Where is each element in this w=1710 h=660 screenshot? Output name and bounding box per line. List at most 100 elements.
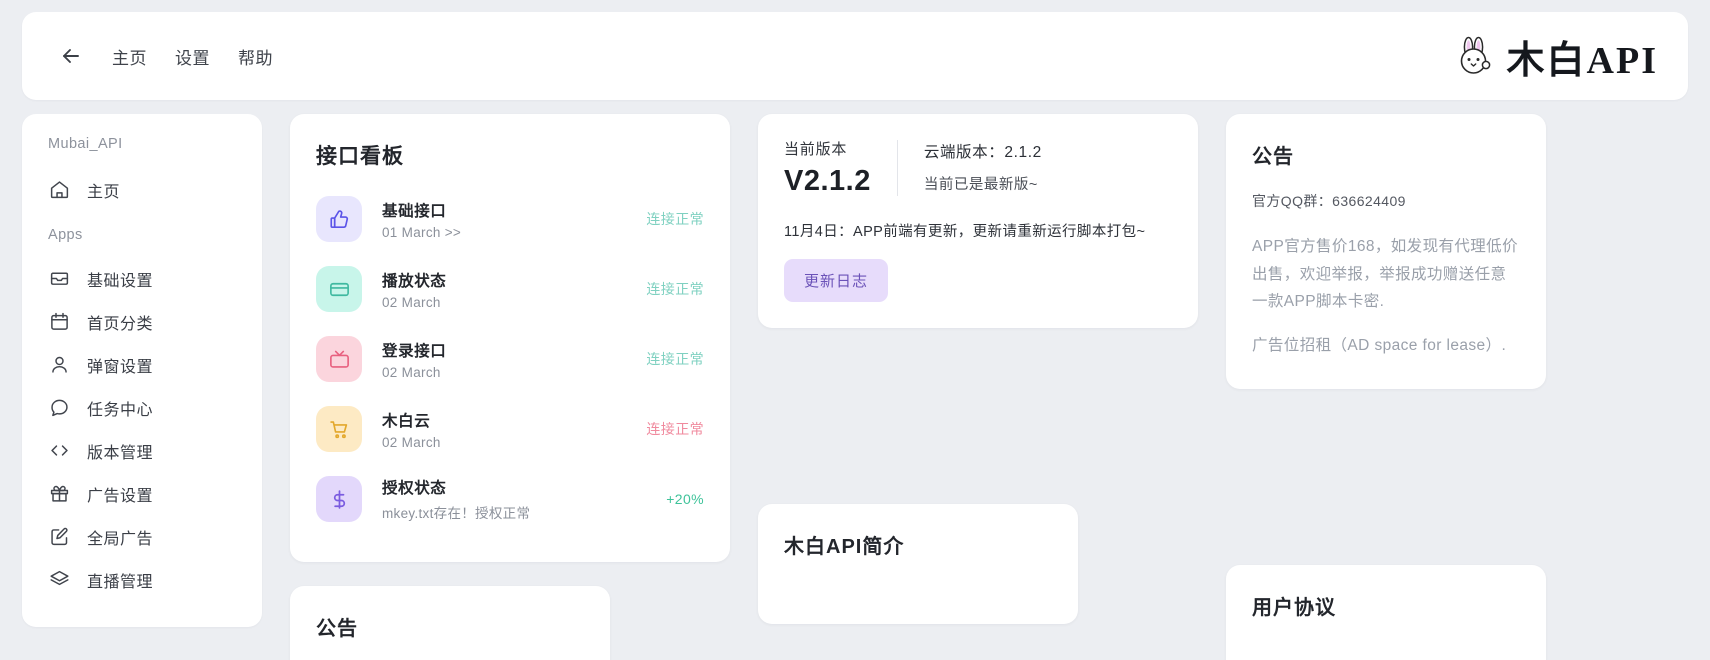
row-status[interactable]: +20% [666,491,704,507]
row-subtitle: 02 March [382,294,441,310]
nav-item-home[interactable]: 主页 [112,44,147,69]
calendar-icon [48,311,70,333]
bottom-cards-row-mid: 木白API简介 [758,504,1198,624]
sidebar-item-live-management[interactable]: 直播管理 [22,558,262,601]
board-row[interactable]: 登录接口 02 March 连接正常 [316,324,704,394]
row-subtitle: 01 March >> [382,224,462,240]
notice-qq-group: 官方QQ群：636624409 [1252,193,1406,209]
notice-paragraph: APP官方售价168，如发现有代理低价出售，欢迎举报，举报成功赠送任意一款APP… [1252,238,1518,311]
row-text: 播放状态 02 March [382,269,646,310]
board-row[interactable]: 播放状态 02 March 连接正常 [316,254,704,324]
code-brackets-icon [48,440,70,462]
row-name: 登录接口 [382,342,447,360]
tv-icon [329,350,349,368]
row-name: 播放状态 [382,272,447,290]
latest-status-text: 当前已是最新版~ [923,177,1038,193]
version-note: 11月4日：APP前端有更新，更新请重新运行脚本打包~ [784,224,1146,240]
row-subtitle: 02 March [382,364,441,380]
board-column: 接口看板 基础接口 01 March >> 连接正常 播放状态 02 March… [290,114,730,660]
row-status[interactable]: 连接正常 [646,349,704,369]
row-text: 木白云 02 March [382,409,646,450]
inbox-icon [48,268,70,290]
current-version-value: V2.1.2 [784,165,871,197]
sidebar-item-ad-settings[interactable]: 广告设置 [22,472,262,515]
interface-board-card: 接口看板 基础接口 01 March >> 连接正常 播放状态 02 March… [290,114,730,562]
row-text: 登录接口 02 March [382,339,646,380]
row-tile [316,476,362,522]
bottom-card-title: 公告 [316,618,358,640]
version-top: 当前版本 V2.1.2 云端版本：2.1.2 当前已是最新版~ [784,138,1172,198]
board-row[interactable]: 基础接口 01 March >> 连接正常 [316,184,704,254]
row-tile [316,266,362,312]
bottom-card-title: 木白API简介 [784,536,905,558]
gift-icon [48,483,70,505]
version-current: 当前版本 V2.1.2 [784,138,897,198]
sidebar-item-label: 直播管理 [87,573,154,591]
row-text: 授权状态 mkey.txt存在！授权正常 [382,476,666,522]
edit-square-icon [48,526,70,548]
sidebar-item-version-management[interactable]: 版本管理 [22,429,262,472]
bottom-card-user-agreement[interactable]: 用户协议 [1226,565,1546,660]
board-row[interactable]: 木白云 02 March 连接正常 [316,394,704,464]
cart-icon [329,420,347,438]
sidebar-item-label: 主页 [87,183,121,201]
header-nav: 主页 设置 帮助 [112,44,273,69]
row-name: 授权状态 [382,480,447,497]
sidebar-item-label: 广告设置 [87,487,154,505]
nav-item-help[interactable]: 帮助 [238,44,273,69]
sidebar-item-label: 版本管理 [87,444,154,462]
row-text: 基础接口 01 March >> [382,199,646,240]
layers-icon [48,569,70,591]
brand-logo: 木白API [1453,29,1658,84]
sidebar-item-label: 基础设置 [87,272,154,290]
row-status[interactable]: 连接正常 [646,209,704,229]
bottom-cards-row-right: 用户协议 [1226,565,1546,660]
version-card: 当前版本 V2.1.2 云端版本：2.1.2 当前已是最新版~ 11月4日：AP… [758,114,1198,328]
back-button[interactable] [56,41,86,71]
sidebar-account-label: Mubai_API [48,136,123,152]
app-root: 主页 设置 帮助 木白API Mubai_API 主页 Apps 基础设置 首页… [0,0,1710,660]
version-column: 当前版本 V2.1.2 云端版本：2.1.2 当前已是最新版~ 11月4日：AP… [758,114,1198,624]
sidebar-item-home[interactable]: 主页 [22,168,262,211]
card-icon [329,282,349,296]
user-icon [48,354,70,376]
notice-paragraph: 广告位招租（AD space for lease）. [1252,336,1507,354]
row-status[interactable]: 连接正常 [646,279,704,299]
sidebar-group-apps: Apps [48,227,83,243]
cloud-version-value: 2.1.2 [1004,144,1042,161]
bottom-card-announcement[interactable]: 公告 [290,586,610,660]
sidebar-item-popup-settings[interactable]: 弹窗设置 [22,343,262,386]
row-subtitle: 02 March [382,434,441,450]
sidebar-item-label: 弹窗设置 [87,358,154,376]
arrow-left-icon [63,49,79,63]
notice-card: 公告 官方QQ群：636624409 APP官方售价168，如发现有代理低价出售… [1226,114,1546,390]
row-tile [316,406,362,452]
thumbs-up-icon [329,209,348,228]
home-icon [48,179,70,201]
row-status[interactable]: 连接正常 [646,419,704,439]
row-tile [316,196,362,242]
cloud-version-line: 云端版本：2.1.2 [924,140,1042,162]
row-subtitle: mkey.txt存在！授权正常 [382,506,531,521]
bottom-card-title: 用户协议 [1252,597,1336,620]
sidebar-item-label: 首页分类 [87,315,154,333]
board-title: 接口看板 [316,145,404,168]
sidebar-item-label: 全局广告 [87,530,154,548]
version-cloud: 云端版本：2.1.2 当前已是最新版~ [898,138,1042,198]
dollar-icon [333,489,345,509]
main-content: 接口看板 基础接口 01 March >> 连接正常 播放状态 02 March… [290,114,1688,660]
notice-title: 公告 [1252,146,1294,168]
sidebar-item-task-center[interactable]: 任务中心 [22,386,262,429]
bottom-card-api-intro[interactable]: 木白API简介 [758,504,1078,624]
cloud-version-label: 云端版本： [923,144,1005,161]
bottom-cards-row-left: 公告 [290,586,730,660]
sidebar-item-global-ads[interactable]: 全局广告 [22,515,262,558]
board-row[interactable]: 授权状态 mkey.txt存在！授权正常 +20% [316,464,704,534]
rabbit-logo-icon [1460,36,1490,74]
nav-item-settings[interactable]: 设置 [175,44,210,69]
chat-bubble-icon [48,397,70,419]
sidebar-item-basic-settings[interactable]: 基础设置 [22,257,262,300]
update-log-button[interactable]: 更新日志 [784,259,889,302]
sidebar-item-home-categories[interactable]: 首页分类 [22,300,262,343]
row-name: 基础接口 [382,202,447,220]
